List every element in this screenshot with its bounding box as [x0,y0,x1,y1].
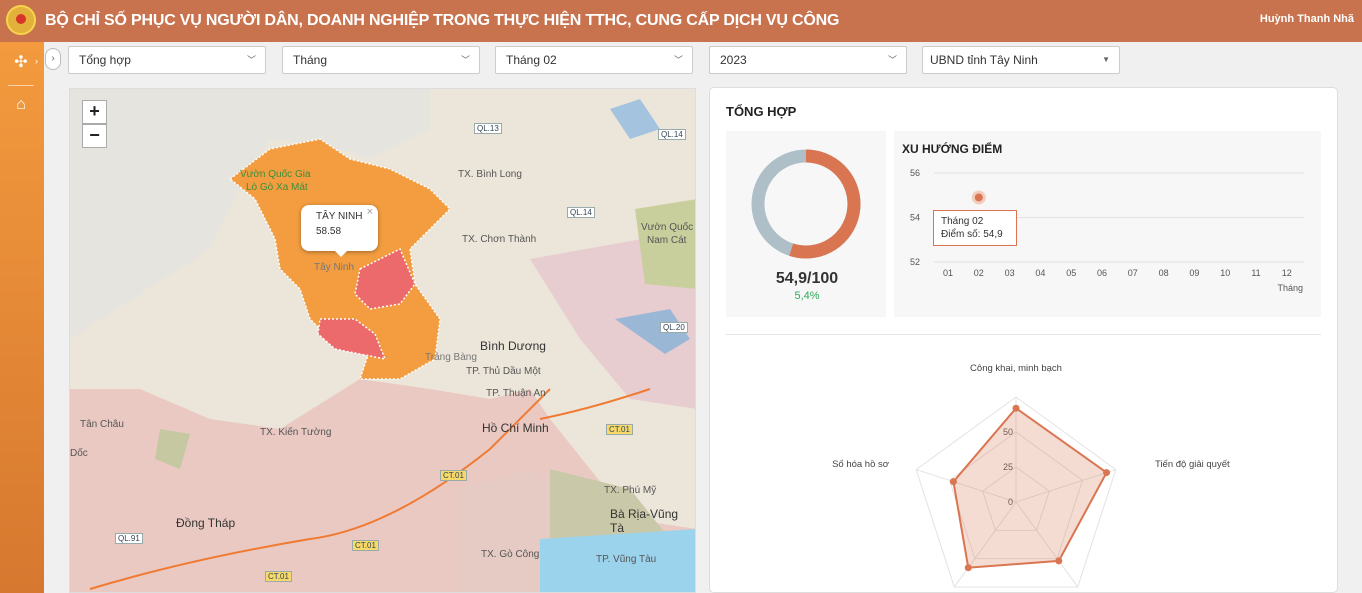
user-name[interactable]: Huỳnh Thanh Nhã [1260,13,1354,25]
radar-series [952,406,1108,569]
tooltip-score: Điểm số: 54,9 [941,229,1003,240]
divider [726,334,1321,335]
x-tick-label: 10 [1220,268,1230,278]
map-label: Nam Cát [647,235,687,246]
x-tick-label: 06 [1097,268,1107,278]
category-select-value: Tổng hợp [79,53,131,67]
radar-point[interactable] [949,478,957,486]
map-label: Tân Châu [80,419,124,430]
road-label: QL.13 [474,123,502,134]
sidebar: ✣ › ⌂ [0,42,44,593]
road-label: QL.14 [658,129,686,140]
zoom-out-button[interactable]: − [82,124,107,148]
period-type-select[interactable]: Tháng ﹀ [282,46,480,74]
chevron-down-icon: ﹀ [246,55,256,65]
map-label: Lò Gò Xa Mát [246,182,308,193]
map-label: TX. Gò Công [481,549,540,560]
map-label: TX. Bình Long [458,169,522,180]
category-select[interactable]: Tổng hợp ﹀ [68,46,266,74]
map-label: TX. Phú Mỹ [604,485,657,496]
trend-tooltip: Tháng 02 Điểm số: 54,9 [933,210,1017,246]
period-select[interactable]: Tháng 02 ﹀ [495,46,693,74]
year-select[interactable]: 2023 ﹀ [709,46,907,74]
x-tick-label: 05 [1066,268,1076,278]
period-type-select-value: Tháng [293,53,328,67]
map-label: Vườn Quốc Gia [240,169,311,180]
x-tick-label: 12 [1282,268,1292,278]
map-label: TP. Thuận An [486,388,546,399]
header-bar: BỘ CHỈ SỐ PHỤC VỤ NGƯỜI DÂN, DOANH NGHIỆ… [0,0,1362,42]
tooltip-month: Tháng 02 [941,216,984,227]
map-label: Đồng Tháp [176,516,236,530]
radar-axis-label: Tiến độ giải quyết [1155,459,1230,470]
x-axis-label: Tháng [1277,283,1303,293]
y-tick-label: 56 [910,168,920,178]
radar-point[interactable] [964,564,972,572]
map-label: Bình Dương [480,339,546,353]
x-tick-label: 01 [943,268,953,278]
y-tick-label: 52 [910,257,920,267]
map-label: TX. Chơn Thành [462,234,537,245]
compass-menu-icon[interactable]: ✣ [10,52,32,74]
home-icon[interactable]: ⌂ [10,96,32,118]
x-tick-label: 09 [1189,268,1199,278]
radar-point[interactable] [1055,557,1063,565]
chevron-down-icon: ﹀ [673,55,683,65]
radar-point[interactable] [1012,404,1020,412]
radar-axis-label: Công khai, minh bạch [970,363,1062,374]
x-tick-label: 04 [1035,268,1045,278]
map-label: Trảng Bàng [425,352,477,363]
radar-point[interactable] [1103,469,1111,477]
y-tick-label: 54 [910,213,920,223]
unit-select-value: UBND tỉnh Tây Ninh [930,53,1038,67]
radar-chart: 02550Công khai, minh bạchTiến độ giải qu… [832,363,1230,588]
map-label: Vườn Quốc [641,222,694,233]
data-point[interactable] [974,193,983,202]
road-label: QL.14 [567,207,595,218]
map-panel[interactable]: + − Vườn Quốc Gia Lò Gò Xa Mát TX. Bình … [69,88,696,593]
road-label: CT.01 [265,571,292,582]
map-tiles [70,89,695,592]
road-label: CT.01 [352,540,379,551]
chevron-down-icon: ﹀ [460,55,470,65]
x-tick-label: 02 [974,268,984,278]
popup-value: 58.58 [316,226,342,237]
zoom-in-button[interactable]: + [82,100,107,124]
road-label: CT.01 [606,424,633,435]
period-select-value: Tháng 02 [506,53,557,67]
province-popup: TÂY NINH 58.58 × [301,205,378,257]
map-label: TP. Thủ Dầu Một [466,366,541,377]
map-label: Hồ Chí Minh [482,421,549,435]
divider [8,85,34,86]
road-label: QL.20 [660,322,688,333]
radar-axis-label: Số hóa hồ sơ [832,459,889,470]
x-tick-label: 07 [1128,268,1138,278]
caret-down-icon: ▼ [1102,55,1110,64]
summary-title: TỔNG HỢP [726,104,797,119]
road-label: QL.91 [115,533,143,544]
score-value: 54,9/100 [775,270,839,287]
score-change: 5,4% [794,290,820,302]
close-icon[interactable]: × [367,206,373,218]
road-label: CT.01 [440,470,467,481]
collapse-toggle-icon[interactable]: › [45,48,61,70]
national-emblem-icon [6,5,36,35]
score-donut [751,149,861,259]
x-tick-label: 11 [1251,268,1260,278]
x-tick-label: 08 [1159,268,1169,278]
map-label: Bà Rịa-Vũng Tà [610,507,679,535]
map-label: TP. Vũng Tàu [596,554,657,565]
chevron-down-icon: ﹀ [887,55,897,65]
map-label: TX. Kiến Tường [260,427,332,438]
app-title: BỘ CHỈ SỐ PHỤC VỤ NGƯỜI DÂN, DOANH NGHIỆ… [45,12,840,29]
trend-title: XU HƯỚNG ĐIỂM [902,142,1003,156]
x-tick-label: 03 [1005,268,1015,278]
year-select-value: 2023 [720,53,747,67]
unit-select[interactable]: UBND tỉnh Tây Ninh ▼ [922,46,1120,74]
map-label: Dốc [70,448,88,459]
expand-arrow-icon[interactable]: › [35,56,38,66]
